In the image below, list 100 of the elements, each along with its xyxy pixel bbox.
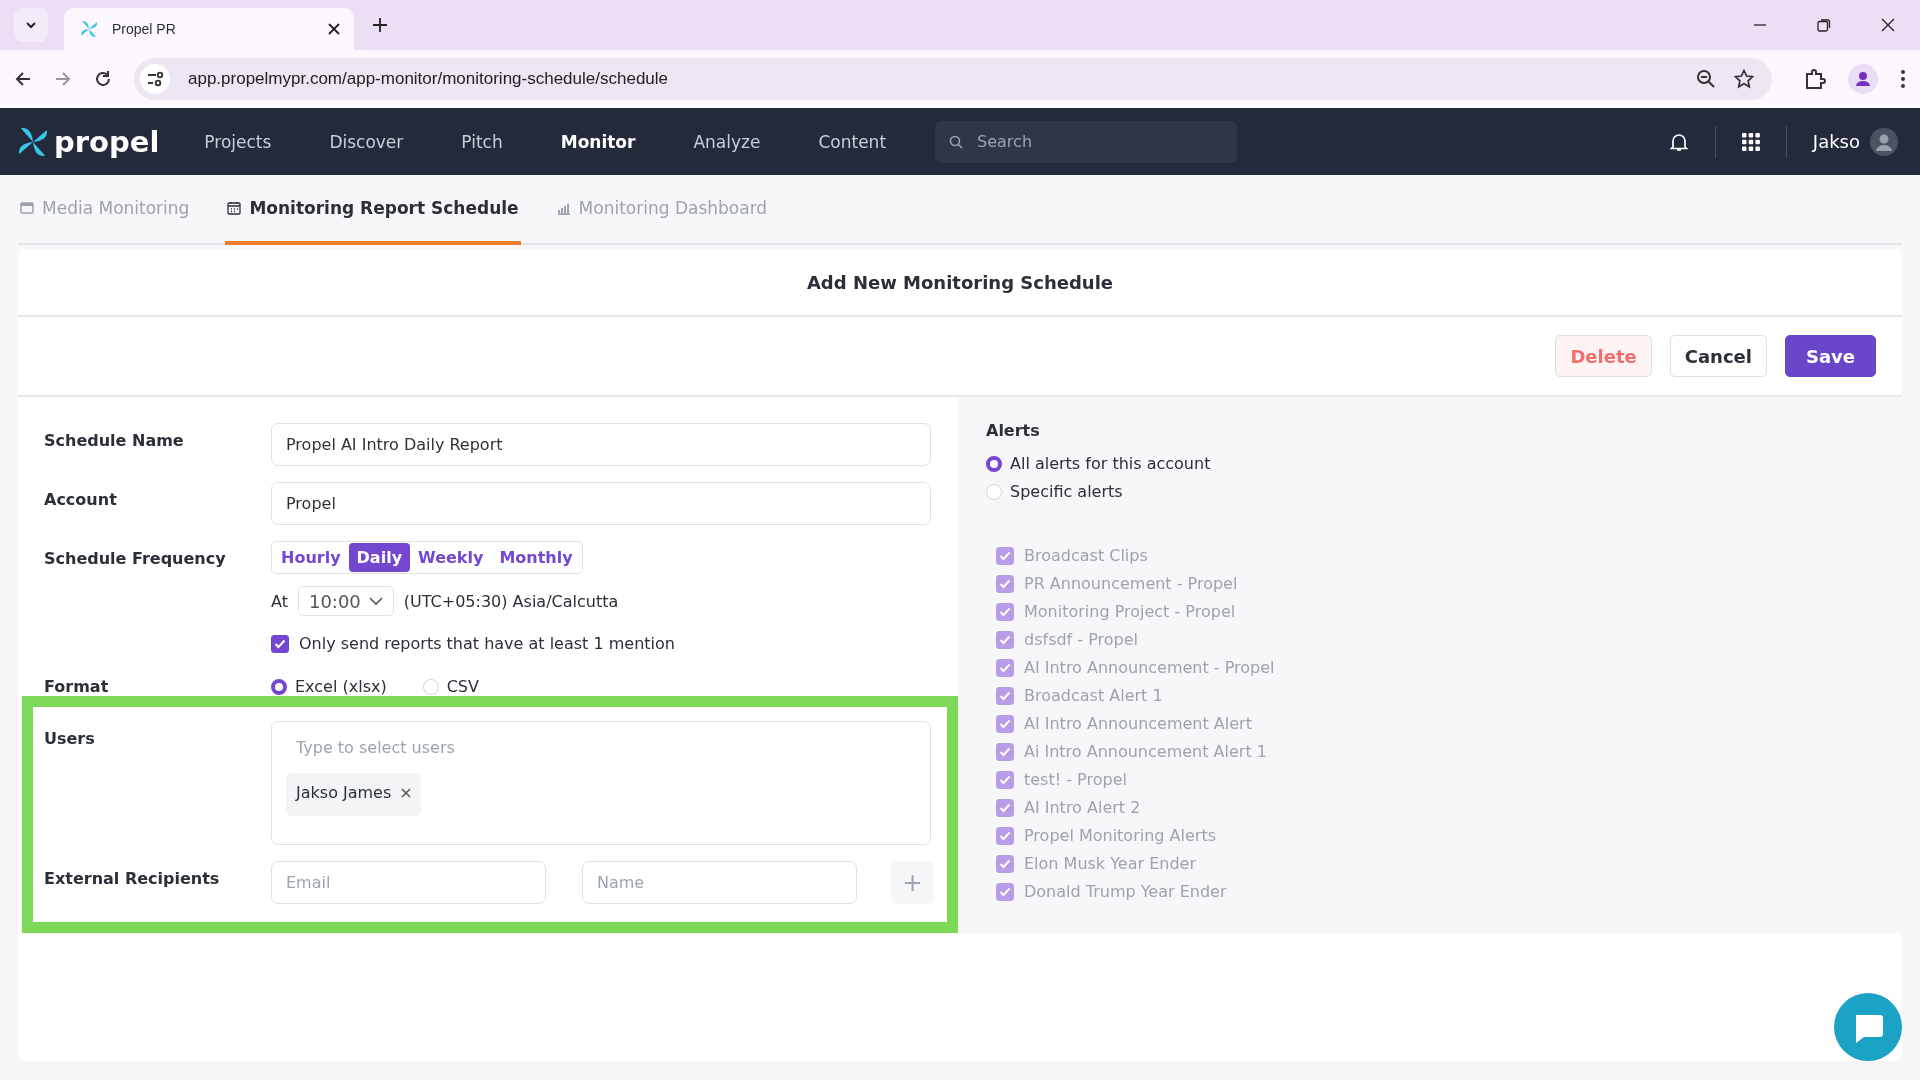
frequency-option[interactable]: Daily [348, 543, 411, 572]
checkbox[interactable] [996, 854, 1014, 873]
restore-icon[interactable] [1817, 18, 1831, 32]
check-icon [999, 550, 1011, 561]
extensions-icon[interactable] [1804, 68, 1826, 90]
alert-name: AI Intro Announcement - Propel [1024, 658, 1275, 677]
check-icon [274, 638, 286, 649]
checkbox[interactable] [996, 686, 1014, 705]
alert-name: Broadcast Clips [1024, 546, 1148, 565]
close-icon[interactable] [1881, 18, 1895, 32]
field-label: Account [44, 489, 118, 509]
nav-item[interactable]: Analyze [693, 131, 761, 152]
menu-icon[interactable] [1900, 69, 1906, 89]
schedule-name-field[interactable]: Propel AI Intro Daily Report [271, 423, 931, 466]
page-title: Add New Monitoring Schedule [806, 271, 1114, 293]
site-settings-icon[interactable] [140, 64, 170, 94]
close-tab-icon[interactable] [328, 23, 340, 35]
check-icon [999, 578, 1011, 589]
field-label: Schedule Name [44, 430, 185, 450]
radio-button[interactable] [986, 455, 1002, 472]
nav-item[interactable]: Content [818, 131, 887, 152]
browser-tab[interactable]: Propel PR [64, 8, 354, 50]
back-icon[interactable] [14, 70, 32, 88]
checkbox[interactable] [996, 602, 1014, 621]
star-icon[interactable] [1734, 69, 1754, 89]
bell-icon[interactable] [1668, 131, 1689, 152]
alert-name: Propel Monitoring Alerts [1024, 826, 1216, 845]
radio-label: CSV [446, 677, 479, 696]
checkbox[interactable] [996, 882, 1014, 901]
radio-label: All alerts for this account [1010, 454, 1211, 473]
checkbox-label: Only send reports that have at least 1 mention [299, 634, 675, 653]
cancel-button[interactable]: Cancel [1669, 335, 1767, 377]
calendar-icon [227, 201, 242, 215]
tab-list-button[interactable] [14, 8, 48, 42]
time-dropdown[interactable]: 10:00 [297, 586, 394, 616]
check-icon [999, 662, 1011, 673]
bar-chart-icon [556, 201, 571, 215]
radio-label: Specific alerts [1010, 482, 1123, 501]
field-label: External Recipients [44, 868, 221, 888]
checkbox[interactable] [996, 658, 1014, 677]
timezone-text: (UTC+05:30) Asia/Calcutta [403, 591, 619, 611]
checkbox[interactable] [996, 714, 1014, 733]
field-label: Format [44, 676, 110, 696]
address-bar[interactable]: app.propelmypr.com/app-monitor/monitoring-schedule/schedule [134, 58, 1772, 100]
forward-icon[interactable] [54, 70, 72, 88]
alert-name: Ai Intro Announcement Alert 1 [1024, 742, 1267, 761]
search-field[interactable]: Search [935, 120, 1238, 163]
check-icon [999, 690, 1011, 701]
checkbox[interactable] [996, 770, 1014, 789]
alert-name: Donald Trump Year Ender [1024, 882, 1227, 901]
alert-name: PR Announcement - Propel [1024, 574, 1238, 593]
account-field[interactable]: Propel [271, 482, 931, 525]
zoom-out-icon[interactable] [1696, 69, 1716, 89]
reload-icon[interactable] [94, 70, 112, 88]
save-button[interactable]: Save [1784, 335, 1876, 377]
chat-icon[interactable] [1834, 993, 1902, 1061]
check-icon [999, 858, 1011, 869]
field-label: Users [44, 728, 96, 748]
name-field[interactable]: Name [582, 861, 857, 904]
frequency-option[interactable]: Weekly [410, 543, 492, 572]
checkbox[interactable] [996, 826, 1014, 845]
frequency-option[interactable]: Hourly [273, 543, 349, 572]
nav-item[interactable]: Pitch [461, 131, 503, 152]
avatar-icon[interactable] [1870, 127, 1898, 156]
alert-name: Broadcast Alert 1 [1024, 686, 1163, 705]
checkbox[interactable] [996, 546, 1014, 565]
email-field[interactable]: Email [271, 861, 546, 904]
radio-button[interactable] [271, 678, 287, 695]
apps-grid-icon[interactable] [1741, 132, 1760, 151]
nav-item[interactable]: Discover [329, 131, 404, 152]
checkbox[interactable] [271, 634, 289, 653]
alert-name: test! - Propel [1024, 770, 1127, 789]
nav-item[interactable]: Monitor [560, 131, 636, 152]
field-label: Schedule Frequency [44, 548, 227, 568]
tab-title: Propel PR [112, 21, 177, 37]
user-name[interactable]: Jakso [1812, 131, 1860, 152]
checkbox[interactable] [996, 798, 1014, 817]
check-icon [999, 802, 1011, 813]
user-chip[interactable]: Jakso James [286, 773, 422, 816]
users-field[interactable]: Type to select users Jakso James [271, 721, 931, 845]
propeller-icon [78, 18, 100, 40]
check-icon [999, 718, 1011, 729]
alert-name: Monitoring Project - Propel [1024, 602, 1236, 621]
propel-logo[interactable]: propel [14, 122, 160, 161]
check-icon [999, 886, 1011, 897]
check-icon [999, 830, 1011, 841]
profile-icon[interactable] [1848, 64, 1878, 94]
nav-item[interactable]: Projects [204, 131, 272, 152]
close-icon[interactable] [401, 787, 412, 798]
frequency-option[interactable]: Monthly [491, 543, 581, 572]
new-tab-icon[interactable] [372, 17, 388, 33]
checkbox[interactable] [996, 630, 1014, 649]
check-icon [999, 634, 1011, 645]
checkbox[interactable] [996, 742, 1014, 761]
checkbox[interactable] [996, 574, 1014, 593]
at-label: At [271, 591, 288, 611]
alert-name: dsfsdf - Propel [1024, 630, 1139, 649]
caret-icon [368, 596, 383, 606]
section-title: Alerts [986, 421, 1041, 440]
sub-tab[interactable]: Monitoring Report Schedule [225, 175, 521, 245]
